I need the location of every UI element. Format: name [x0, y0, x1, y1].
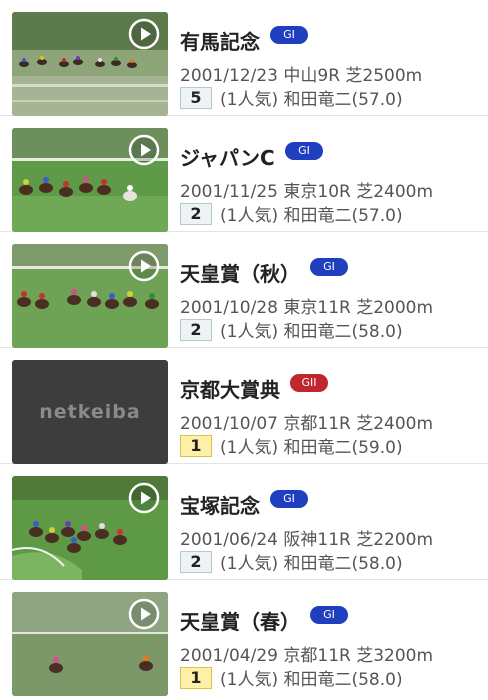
finish-position: 2 [180, 318, 212, 341]
race-name[interactable]: 天皇賞（春） [180, 606, 300, 635]
race-row[interactable]: 有馬記念 GI 2001/12/23 中山9R 芝2500m 5 (1人気) 和田… [0, 0, 488, 116]
race-name[interactable]: 天皇賞（秋） [180, 258, 300, 287]
jockey-info: (1人気) 和田竜二(57.0) [220, 206, 403, 226]
race-result: 2 (1人気) 和田竜二(58.0) [180, 549, 403, 574]
finish-position: 2 [180, 202, 212, 225]
finish-position: 2 [180, 550, 212, 573]
race-info: 2001/12/23 中山9R 芝2500m [180, 66, 423, 86]
race-result: 1 (1人気) 和田竜二(59.0) [180, 433, 403, 458]
jockey-info: (1人気) 和田竜二(59.0) [220, 438, 403, 458]
race-row[interactable]: netkeiba 京都大賞典 GII 2001/10/07 京都11R 芝240… [0, 348, 488, 464]
race-row[interactable]: 宝塚記念 GI 2001/06/24 阪神11R 芝2200m 2 (1人気) 和… [0, 464, 488, 580]
race-info: 2001/06/24 阪神11R 芝2200m [180, 530, 434, 550]
race-row[interactable]: 天皇賞（秋） GI 2001/10/28 東京11R 芝2000m 2 (1人気)… [0, 232, 488, 348]
race-name[interactable]: 宝塚記念 [180, 490, 260, 519]
jockey-info: (1人気) 和田竜二(58.0) [220, 670, 403, 690]
grade-badge: GI [285, 142, 323, 160]
race-video-thumbnail[interactable] [12, 244, 168, 348]
play-icon[interactable] [128, 134, 160, 166]
grade-badge: GI [310, 606, 348, 624]
race-result: 2 (1人気) 和田竜二(57.0) [180, 201, 403, 226]
finish-position: 5 [180, 86, 212, 109]
race-name[interactable]: 有馬記念 [180, 26, 260, 55]
race-video-thumbnail[interactable]: netkeiba [12, 360, 168, 464]
play-icon[interactable] [128, 598, 160, 630]
race-info: 2001/11/25 東京10R 芝2400m [180, 182, 434, 202]
grade-badge: GI [270, 26, 308, 44]
race-info: 2001/10/07 京都11R 芝2400m [180, 414, 434, 434]
race-result: 1 (1人気) 和田竜二(58.0) [180, 665, 403, 690]
grade-badge: GI [270, 490, 308, 508]
jockey-info: (1人気) 和田竜二(58.0) [220, 554, 403, 574]
play-icon[interactable] [128, 250, 160, 282]
race-result: 2 (1人気) 和田竜二(58.0) [180, 317, 403, 342]
race-name[interactable]: ジャパンC [180, 142, 275, 171]
grade-badge: GII [290, 374, 328, 392]
finish-position: 1 [180, 666, 212, 689]
race-name[interactable]: 京都大賞典 [180, 374, 280, 403]
finish-position: 1 [180, 434, 212, 457]
race-video-thumbnail[interactable] [12, 12, 168, 116]
play-icon[interactable] [128, 18, 160, 50]
race-results-list: 有馬記念 GI 2001/12/23 中山9R 芝2500m 5 (1人気) 和田… [0, 0, 488, 700]
race-result: 5 (1人気) 和田竜二(57.0) [180, 85, 403, 110]
race-info: 2001/10/28 東京11R 芝2000m [180, 298, 434, 318]
jockey-info: (1人気) 和田竜二(57.0) [220, 90, 403, 110]
race-video-thumbnail[interactable] [12, 592, 168, 696]
race-video-thumbnail[interactable] [12, 128, 168, 232]
netkeiba-logo: netkeiba [39, 401, 141, 423]
race-info: 2001/04/29 京都11R 芝3200m [180, 646, 434, 666]
race-row[interactable]: 天皇賞（春） GI 2001/04/29 京都11R 芝3200m 1 (1人気)… [0, 580, 488, 696]
grade-badge: GI [310, 258, 348, 276]
play-icon[interactable] [128, 482, 160, 514]
race-row[interactable]: ジャパンC GI 2001/11/25 東京10R 芝2400m 2 (1人気) … [0, 116, 488, 232]
jockey-info: (1人気) 和田竜二(58.0) [220, 322, 403, 342]
race-video-thumbnail[interactable] [12, 476, 168, 580]
